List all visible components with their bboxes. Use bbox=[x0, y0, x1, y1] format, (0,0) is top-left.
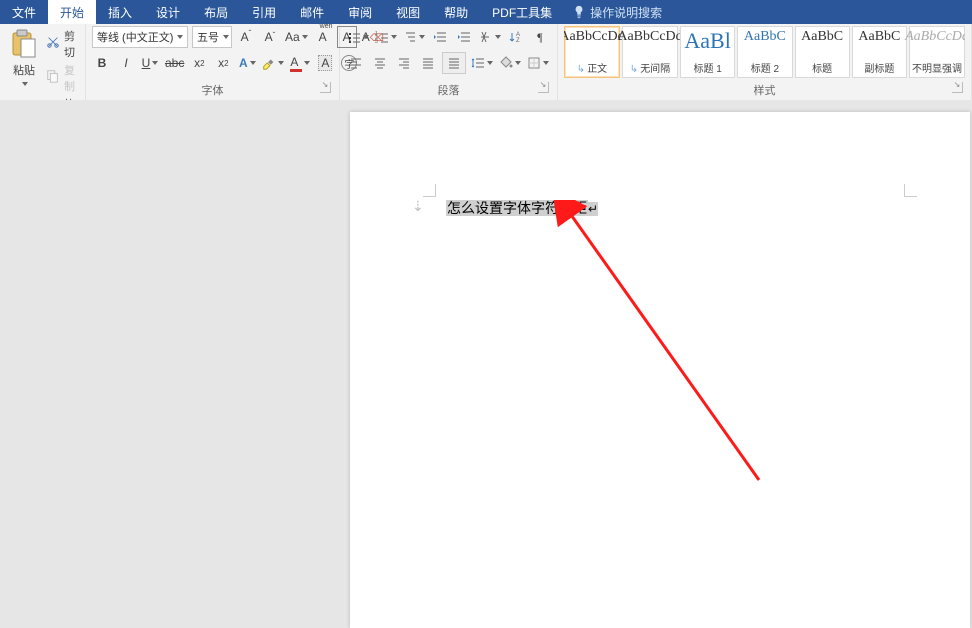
menu-bar: 文件 开始 插入 设计 布局 引用 邮件 审阅 视图 帮助 PDF工具集 操作说… bbox=[0, 0, 972, 24]
copy-button[interactable]: 复制 bbox=[46, 62, 79, 94]
page-margin-marks bbox=[435, 184, 905, 194]
style-preview: AaBbC bbox=[744, 30, 786, 44]
style-caption: 副标题 bbox=[864, 60, 894, 75]
styles-launcher[interactable]: ↘ bbox=[952, 82, 963, 93]
highlighter-icon bbox=[262, 56, 276, 70]
bullets-button[interactable] bbox=[346, 26, 370, 48]
group-font: 等线 (中文正文) 五号 Aˆ Aˇ Aa wénA A A⌫ B I U ab… bbox=[86, 24, 340, 100]
style-caption: 标题 bbox=[812, 60, 832, 75]
style-caption: ↳无间隔 bbox=[630, 60, 670, 75]
tell-me-search[interactable]: 操作说明搜索 bbox=[572, 0, 662, 24]
show-marks-button[interactable]: ¶ bbox=[530, 26, 550, 48]
tab-design[interactable]: 设计 bbox=[144, 0, 192, 24]
tab-help[interactable]: 帮助 bbox=[432, 0, 480, 24]
align-right-button[interactable] bbox=[394, 52, 414, 74]
cut-label: 剪切 bbox=[64, 28, 79, 60]
font-color-button[interactable]: A bbox=[289, 52, 311, 74]
tell-me-label: 操作说明搜索 bbox=[590, 4, 662, 21]
cut-button[interactable]: 剪切 bbox=[46, 28, 79, 60]
style-caption: ↳正文 bbox=[577, 60, 607, 75]
sort-button[interactable]: AZ bbox=[506, 26, 526, 48]
decrease-indent-button[interactable] bbox=[430, 26, 450, 48]
style-caption: 标题 2 bbox=[751, 60, 779, 75]
svg-text:3: 3 bbox=[375, 39, 378, 44]
document-canvas[interactable]: ⇣ 怎么设置字体字符间距↵ bbox=[0, 100, 972, 628]
scissors-icon bbox=[46, 35, 60, 54]
group-styles: AaBbCcDd↳正文AaBbCcDd↳无间隔AaBl标题 1AaBbC标题 2… bbox=[558, 24, 972, 100]
tab-file[interactable]: 文件 bbox=[0, 0, 48, 24]
shrink-font-button[interactable]: Aˇ bbox=[260, 26, 280, 48]
style-caption: 不明显强调 bbox=[912, 60, 962, 75]
selected-text[interactable]: 怎么设置字体字符间距 bbox=[446, 200, 588, 216]
paste-button[interactable] bbox=[6, 26, 42, 62]
style-preview: AaBbC bbox=[801, 30, 843, 44]
increase-indent-button[interactable] bbox=[454, 26, 474, 48]
shading-button[interactable] bbox=[498, 52, 522, 74]
style-preview: AaBbCcDd bbox=[564, 30, 625, 44]
style-item[interactable]: AaBbCcDd↳正文 bbox=[564, 26, 620, 78]
borders-button[interactable] bbox=[526, 52, 550, 74]
tab-pdf-tools[interactable]: PDF工具集 bbox=[480, 0, 564, 24]
tab-review[interactable]: 审阅 bbox=[336, 0, 384, 24]
group-clipboard: 粘贴 剪切 复制 格式刷 剪贴板 ↘ bbox=[0, 24, 86, 100]
text-effects-button[interactable]: A bbox=[237, 52, 257, 74]
bold-button[interactable]: B bbox=[92, 52, 112, 74]
multilevel-button[interactable] bbox=[402, 26, 426, 48]
distributed-button[interactable] bbox=[442, 52, 466, 74]
style-caption: 标题 1 bbox=[693, 60, 721, 75]
numbering-button[interactable]: 123 bbox=[374, 26, 398, 48]
tab-references[interactable]: 引用 bbox=[240, 0, 288, 24]
tab-layout[interactable]: 布局 bbox=[192, 0, 240, 24]
copy-icon bbox=[46, 69, 60, 88]
paste-label: 粘贴 bbox=[13, 62, 35, 78]
group-paragraph-label: 段落 ↘ bbox=[346, 80, 551, 100]
justify-button[interactable] bbox=[418, 52, 438, 74]
paste-dropdown[interactable] bbox=[14, 78, 34, 90]
copy-label: 复制 bbox=[64, 62, 79, 94]
strikethrough-button[interactable]: abc bbox=[164, 52, 185, 74]
paragraph-mark-icon: ⇣ bbox=[412, 198, 424, 215]
underline-button[interactable]: U bbox=[140, 52, 160, 74]
tab-view[interactable]: 视图 bbox=[384, 0, 432, 24]
superscript-button[interactable]: x2 bbox=[213, 52, 233, 74]
style-item[interactable]: AaBbC 标题 bbox=[795, 26, 850, 78]
style-item[interactable]: AaBbC 副标题 bbox=[852, 26, 907, 78]
style-preview: AaBl bbox=[684, 30, 730, 52]
align-left-button[interactable] bbox=[346, 52, 366, 74]
lightbulb-icon bbox=[572, 5, 586, 19]
styles-gallery[interactable]: AaBbCcDd↳正文AaBbCcDd↳无间隔AaBl标题 1AaBbC标题 2… bbox=[564, 26, 965, 80]
style-item[interactable]: AaBbCcDd↳无间隔 bbox=[622, 26, 678, 78]
phonetic-guide-button[interactable]: wénA bbox=[313, 26, 333, 48]
group-font-label: 字体 ↘ bbox=[92, 80, 333, 100]
style-item[interactable]: AaBbC 标题 2 bbox=[737, 26, 792, 78]
style-preview: AaBbC bbox=[858, 30, 900, 44]
italic-button[interactable]: I bbox=[116, 52, 136, 74]
style-preview: AaBbCcDd bbox=[905, 30, 965, 44]
newline-mark: ↵ bbox=[588, 202, 598, 216]
font-size-combo[interactable]: 五号 bbox=[192, 26, 232, 48]
svg-text:Z: Z bbox=[516, 38, 520, 44]
style-item[interactable]: AaBl 标题 1 bbox=[680, 26, 735, 78]
font-name-combo[interactable]: 等线 (中文正文) bbox=[92, 26, 188, 48]
group-styles-label: 样式 ↘ bbox=[564, 80, 965, 100]
align-center-button[interactable] bbox=[370, 52, 390, 74]
style-item[interactable]: AaBbCcDd不明显强调 bbox=[909, 26, 965, 78]
subscript-button[interactable]: x2 bbox=[189, 52, 209, 74]
style-preview: AaBbCcDd bbox=[617, 30, 682, 44]
tab-insert[interactable]: 插入 bbox=[96, 0, 144, 24]
paragraph-launcher[interactable]: ↘ bbox=[538, 82, 549, 93]
asian-layout-button[interactable] bbox=[478, 26, 502, 48]
line-spacing-button[interactable] bbox=[470, 52, 494, 74]
tab-home[interactable]: 开始 bbox=[48, 0, 96, 24]
tab-mail[interactable]: 邮件 bbox=[288, 0, 336, 24]
highlight-button[interactable] bbox=[261, 52, 285, 74]
grow-font-button[interactable]: Aˆ bbox=[236, 26, 256, 48]
paragraph[interactable]: 怎么设置字体字符间距↵ bbox=[446, 198, 598, 218]
ribbon: 粘贴 剪切 复制 格式刷 剪贴板 ↘ bbox=[0, 24, 972, 101]
font-launcher[interactable]: ↘ bbox=[320, 82, 331, 93]
char-shading-button[interactable]: A bbox=[315, 52, 335, 74]
page[interactable]: ⇣ 怎么设置字体字符间距↵ bbox=[350, 112, 970, 628]
change-case-button[interactable]: Aa bbox=[284, 26, 309, 48]
